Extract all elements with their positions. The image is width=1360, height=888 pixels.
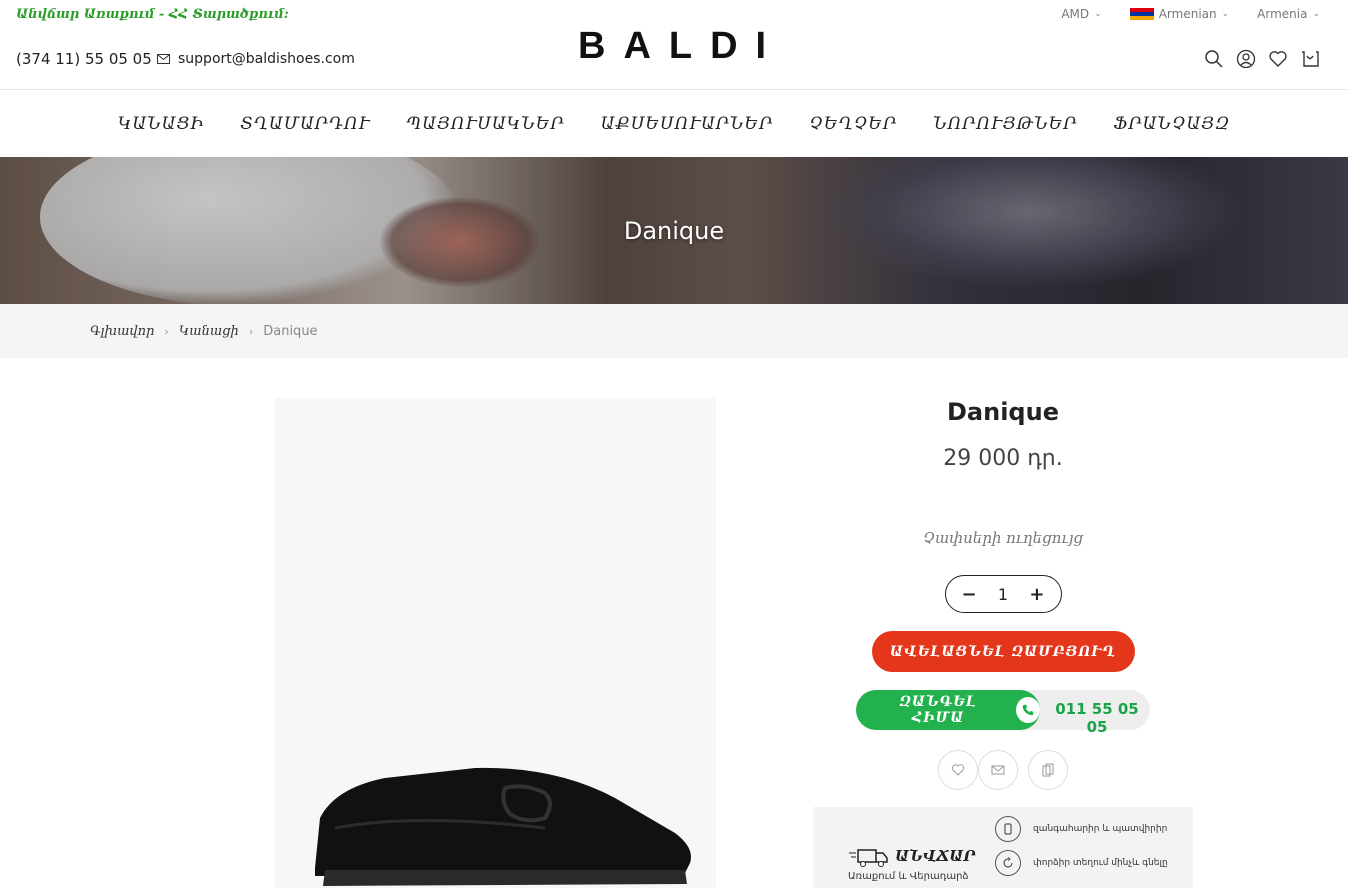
chevron-down-icon: ⌄	[1221, 9, 1230, 19]
breadcrumb-category[interactable]: Կանացի	[179, 324, 239, 339]
quantity-decrease-button[interactable]: −	[962, 584, 977, 605]
envelope-icon	[157, 54, 170, 64]
chevron-down-icon: ⌄	[1312, 9, 1320, 19]
quantity-value[interactable]: 1	[998, 585, 1008, 604]
currency-label: AMD	[1061, 7, 1090, 21]
chevron-right-icon: ›	[164, 324, 169, 338]
heart-icon[interactable]	[1268, 48, 1288, 70]
phone-icon	[1016, 697, 1040, 723]
header-icons	[1204, 48, 1320, 70]
compare-icon[interactable]	[1028, 750, 1068, 790]
search-icon[interactable]	[1204, 48, 1224, 70]
product-price: 29 000 դր.	[943, 446, 1063, 471]
chevron-right-icon: ›	[248, 324, 254, 338]
email-link[interactable]: support@baldishoes.com	[157, 51, 355, 67]
wishlist-heart-icon[interactable]	[938, 750, 978, 790]
baldi-logo[interactable]: BALDI	[578, 27, 784, 65]
product-name: Danique	[947, 398, 1059, 426]
call-now-label: ԶԱՆԳԵԼ ՀԻՄԱ	[899, 694, 977, 726]
loafer-shoe-image	[315, 767, 691, 886]
country-select[interactable]: Armenia ⌄	[1257, 7, 1320, 21]
feature-try-on: փորձիր տեղում մինչև գնելը	[995, 850, 1168, 876]
breadcrumb-current: Danique	[263, 323, 318, 339]
currency-select[interactable]: AMD ⌄	[1061, 7, 1101, 21]
free-label: ԱՆՎՃԱՐ	[895, 847, 976, 865]
product-actions	[813, 750, 1193, 790]
nav-item-franchise[interactable]: ՖՐԱՆՉԱՅԶ	[1114, 114, 1231, 134]
quantity-increase-button[interactable]: +	[1029, 584, 1044, 605]
language-select[interactable]: Armenian ⌄	[1129, 7, 1230, 21]
delivery-return-label: Առաքում և Վերադարձ	[848, 871, 969, 882]
nav-item-new-arrivals[interactable]: ՆՈՐՈՒՅԹՆԵՐ	[933, 114, 1077, 134]
armenia-flag-icon	[1129, 7, 1154, 21]
account-icon[interactable]	[1236, 48, 1256, 70]
language-label: Armenian	[1158, 7, 1217, 21]
delivery-truck-icon	[849, 849, 888, 867]
share-email-icon[interactable]	[978, 750, 1018, 790]
nav-item-bags[interactable]: ՉԵՂՉԵՐ	[809, 114, 897, 134]
feature-call-order: զանգահարիր և պատվիրիր	[995, 816, 1167, 842]
hero-banner: Danique	[0, 157, 1348, 304]
cart-icon[interactable]	[1300, 48, 1320, 70]
top-header: Անվճար Առաքում - ՀՀ Տարածքում: (374 11) …	[0, 0, 1348, 90]
main-navigation: ԿԱՆԱՑԻ ՏՂԱՄԱՐԴՈՒ ՊԱՅՈՒՍԱԿՆԵՐ ԱՔՍԵՍՈՒԱՐՆԵ…	[0, 91, 1348, 157]
email-text: support@baldishoes.com	[178, 51, 355, 67]
chevron-down-icon: ⌄	[1094, 9, 1102, 19]
refresh-icon	[995, 850, 1021, 876]
nav-item-women[interactable]: ԿԱՆԱՑԻ	[118, 114, 205, 134]
quantity-stepper: − 1 +	[944, 575, 1062, 613]
hero-title: Danique	[623, 217, 725, 245]
call-now-row: ԶԱՆԳԵԼ ՀԻՄԱ 011 55 05 05	[856, 690, 1150, 736]
product-image[interactable]	[275, 398, 716, 888]
product-info: Danique 29 000 դր. Չափսերի ուղեցույց − 1…	[813, 398, 1193, 790]
delivery-promo-box: ԱՆՎՃԱՐ Առաքում և Վերադարձ զանգահարիր և պ…	[813, 807, 1193, 888]
phone-link[interactable]: (374 11) 55 05 05	[16, 50, 152, 68]
free-delivery-promo: Անվճար Առաքում - ՀՀ Տարածքում:	[16, 7, 289, 22]
mobile-phone-icon	[995, 816, 1021, 842]
country-label: Armenia	[1257, 7, 1308, 21]
size-guide-link[interactable]: Չափսերի ուղեցույց	[813, 529, 1193, 547]
breadcrumb: Գլխավոր › Կանացի › Danique	[0, 304, 1348, 358]
nav-item-men[interactable]: ՏՂԱՄԱՐԴՈՒ	[240, 114, 370, 134]
top-selectors: AMD ⌄ Armenian ⌄ Armenia ⌄	[1061, 7, 1320, 21]
call-now-button[interactable]: ԶԱՆԳԵԼ ՀԻՄԱ	[856, 690, 1040, 730]
nav-item-kids[interactable]: ՊԱՅՈՒՍԱԿՆԵՐ	[406, 114, 564, 134]
breadcrumb-home[interactable]: Գլխավոր	[90, 324, 154, 339]
nav-item-accessories[interactable]: ԱՔՍԵՍՈՒԱՐՆԵՐ	[601, 114, 774, 134]
add-to-cart-button[interactable]: ԱՎԵԼԱՑՆԵԼ ԶԱՄԲՅՈՒՂ	[871, 631, 1135, 672]
call-number[interactable]: 011 55 05 05	[1044, 700, 1150, 736]
